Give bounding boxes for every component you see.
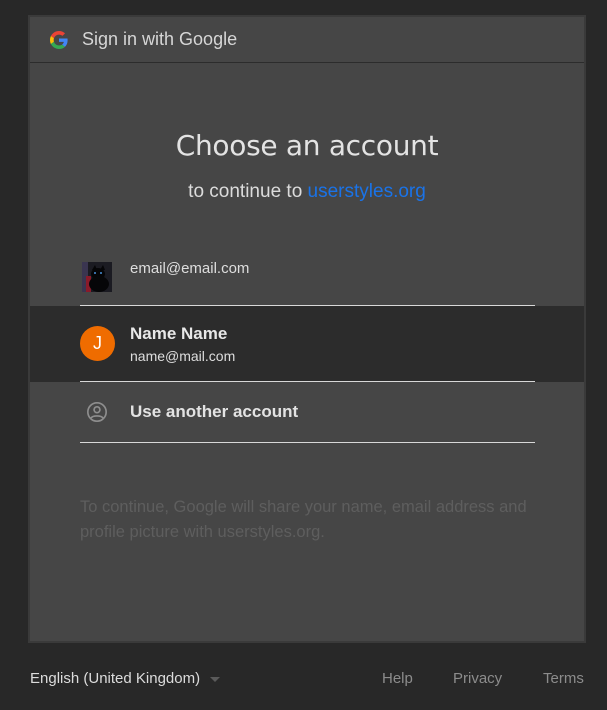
card-header: Sign in with Google <box>30 17 584 63</box>
account-circle-icon <box>86 401 108 423</box>
help-link[interactable]: Help <box>382 670 413 687</box>
caret-down-icon <box>210 677 221 682</box>
account-email: email@email.com <box>130 260 250 277</box>
use-another-account-label: Use another account <box>130 402 299 421</box>
privacy-disclaimer: To continue, Google will share your name… <box>80 498 527 541</box>
sign-in-card: Sign in with Google Choose an account to… <box>28 15 586 643</box>
account-email: name@mail.com <box>130 348 236 364</box>
account-name: Name Name <box>130 324 228 343</box>
avatar <box>82 262 112 292</box>
privacy-link[interactable]: Privacy <box>453 670 502 687</box>
account-item[interactable]: email@email.com <box>30 242 584 306</box>
header-title: Sign in with Google <box>82 29 238 49</box>
page-title: Choose an account <box>175 129 439 162</box>
account-item-selected[interactable]: J Name Name name@mail.com <box>30 306 584 382</box>
footer: English (United Kingdom) Help Privacy Te… <box>0 670 607 694</box>
language-select[interactable]: English (United Kingdom) <box>30 670 221 687</box>
terms-link[interactable]: Terms <box>543 670 584 687</box>
use-another-account-button[interactable]: Use another account <box>30 382 584 443</box>
continue-subtitle: to continue to userstyles.org <box>30 181 584 203</box>
site-link[interactable]: userstyles.org <box>308 181 426 202</box>
google-g-icon <box>50 30 68 49</box>
avatar: J <box>80 326 115 361</box>
subtitle-prefix: to continue to <box>188 181 308 202</box>
divider <box>80 442 535 443</box>
language-label: English (United Kingdom) <box>30 670 201 687</box>
account-list: email@email.com J Name Name name@mail.co… <box>30 242 584 443</box>
